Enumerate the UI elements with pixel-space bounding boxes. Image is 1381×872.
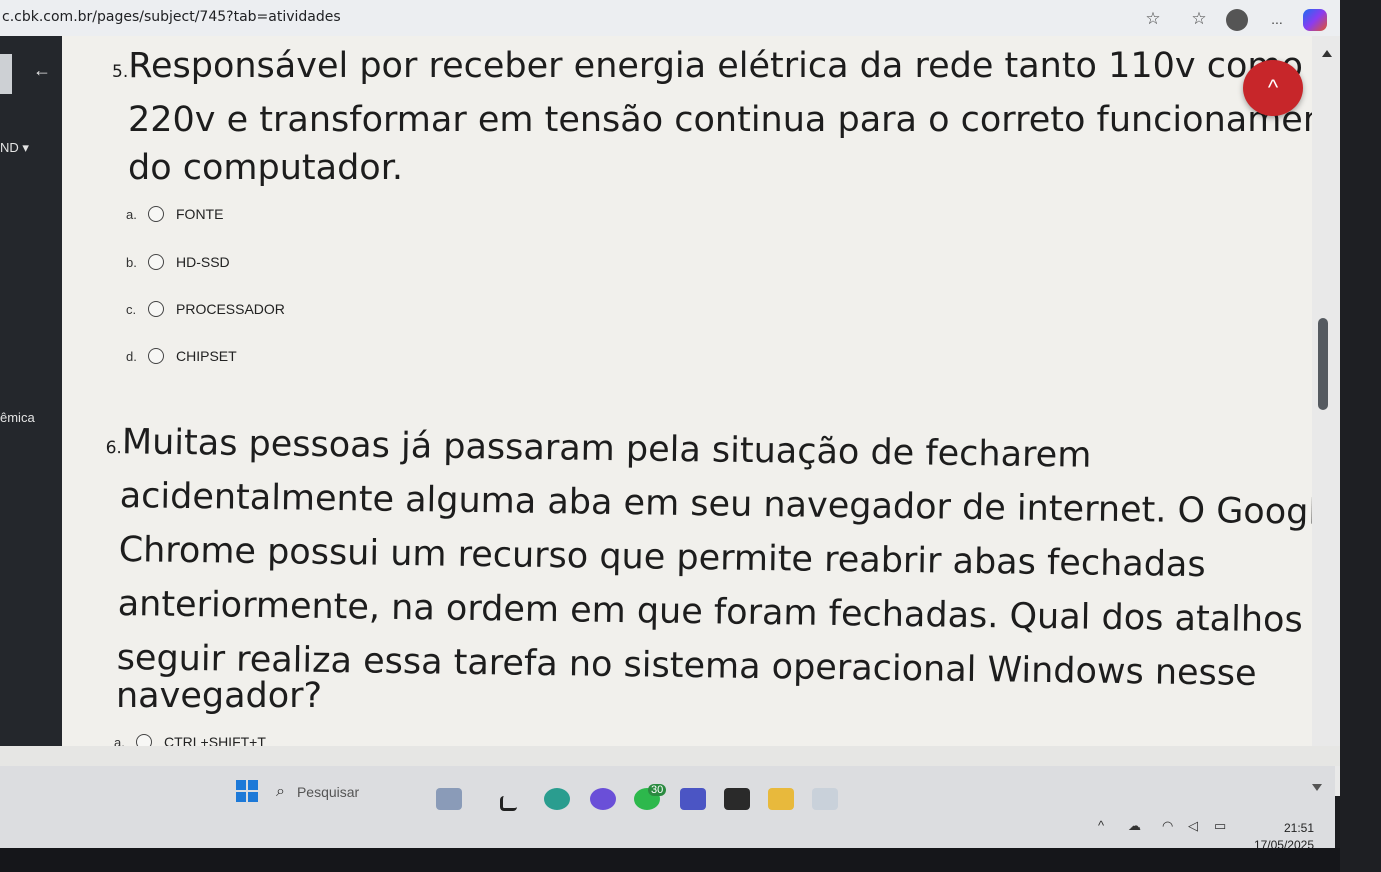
- option-b[interactable]: b. HD-SSD: [126, 254, 230, 270]
- question-number: 6.: [105, 437, 123, 459]
- file-explorer-icon[interactable]: [768, 788, 794, 810]
- option-d[interactable]: d. CHIPSET: [126, 348, 237, 364]
- task-view-icon[interactable]: [500, 796, 517, 811]
- store-icon[interactable]: [724, 788, 750, 810]
- question-text-line: 6.Muitas pessoas já passaram pela situaç…: [105, 422, 1092, 476]
- option-a[interactable]: a. FONTE: [126, 206, 223, 222]
- battery-icon[interactable]: ▭: [1214, 818, 1226, 834]
- onedrive-icon[interactable]: ☁: [1128, 818, 1141, 834]
- activity-page: 5.Responsável por receber energia elétri…: [62, 36, 1360, 750]
- option-letter: a.: [126, 206, 137, 222]
- option-letter: b.: [126, 254, 137, 270]
- question-text-line: anteriormente, na ordem em que foram fec…: [117, 584, 1336, 641]
- question-text-line: 220v e transformar em tensão continua pa…: [128, 100, 1361, 140]
- question-text-line: 5.Responsável por receber energia elétri…: [112, 46, 1303, 86]
- copilot-app-icon[interactable]: [590, 788, 616, 810]
- option-c[interactable]: c. PROCESSADOR: [126, 301, 285, 317]
- screen-bezel-bottom: [0, 848, 1381, 872]
- favorites-icon[interactable]: ☆: [1188, 8, 1210, 30]
- question-number: 5.: [112, 62, 129, 82]
- option-label: PROCESSADOR: [176, 301, 285, 317]
- address-bar[interactable]: c.cbk.com.br/pages/subject/745?tab=ativi…: [2, 9, 341, 25]
- star-icon[interactable]: ☆: [1142, 8, 1164, 30]
- volume-icon[interactable]: ◁: [1188, 818, 1198, 834]
- radio-button[interactable]: [148, 206, 164, 222]
- edge-browser-icon[interactable]: [544, 788, 570, 810]
- widget-icon[interactable]: [436, 788, 462, 810]
- scroll-down-icon[interactable]: [1312, 784, 1322, 791]
- option-label: FONTE: [176, 206, 224, 222]
- question-text-line: acidentalmente alguma aba em seu navegad…: [119, 476, 1340, 534]
- option-letter: c.: [126, 301, 137, 317]
- question-text-line: do computador.: [128, 148, 404, 188]
- page-bottom-strip: [0, 746, 1340, 766]
- clock-time: 21:51: [1283, 821, 1314, 835]
- option-label: CHIPSET: [176, 348, 237, 364]
- teams-icon[interactable]: [680, 788, 706, 810]
- search-icon: ⌕: [276, 783, 285, 800]
- option-label: HD-SSD: [176, 254, 230, 270]
- back-arrow-icon[interactable]: ←: [33, 60, 51, 81]
- wifi-icon[interactable]: ◠: [1162, 818, 1173, 834]
- profile-icon[interactable]: [1226, 9, 1248, 31]
- browser-toolbar: c.cbk.com.br/pages/subject/745?tab=ativi…: [0, 0, 1340, 37]
- notification-badge: 30: [648, 784, 667, 796]
- course-sidebar: ← ND ▾ êmica: [0, 36, 62, 746]
- tray-chevron-icon[interactable]: ^: [1098, 818, 1104, 833]
- amazon-icon[interactable]: [812, 788, 838, 810]
- more-icon[interactable]: ...: [1266, 8, 1288, 30]
- sidebar-menu-item[interactable]: ND ▾: [0, 140, 29, 156]
- taskbar-search[interactable]: ⌕ Pesquisar: [276, 778, 359, 806]
- search-placeholder: Pesquisar: [296, 784, 360, 800]
- sidebar-item-label[interactable]: êmica: [0, 410, 35, 425]
- radio-button[interactable]: [148, 254, 164, 270]
- question-text-line: Chrome possui um recurso que permite rea…: [118, 530, 1206, 586]
- scrollbar[interactable]: [1312, 36, 1340, 796]
- sidebar-tab-marker: [0, 54, 12, 94]
- question-text-line: navegador?: [116, 676, 323, 716]
- scroll-to-top-button[interactable]: ^: [1243, 60, 1303, 116]
- scrollbar-thumb[interactable]: [1318, 318, 1328, 410]
- radio-button[interactable]: [148, 348, 164, 364]
- option-letter: d.: [126, 348, 137, 364]
- scroll-up-icon[interactable]: [1322, 50, 1332, 57]
- windows-start-icon[interactable]: [236, 780, 258, 802]
- radio-button[interactable]: [148, 301, 164, 317]
- screen-bezel-right: [1340, 0, 1381, 872]
- copilot-icon[interactable]: [1303, 9, 1327, 31]
